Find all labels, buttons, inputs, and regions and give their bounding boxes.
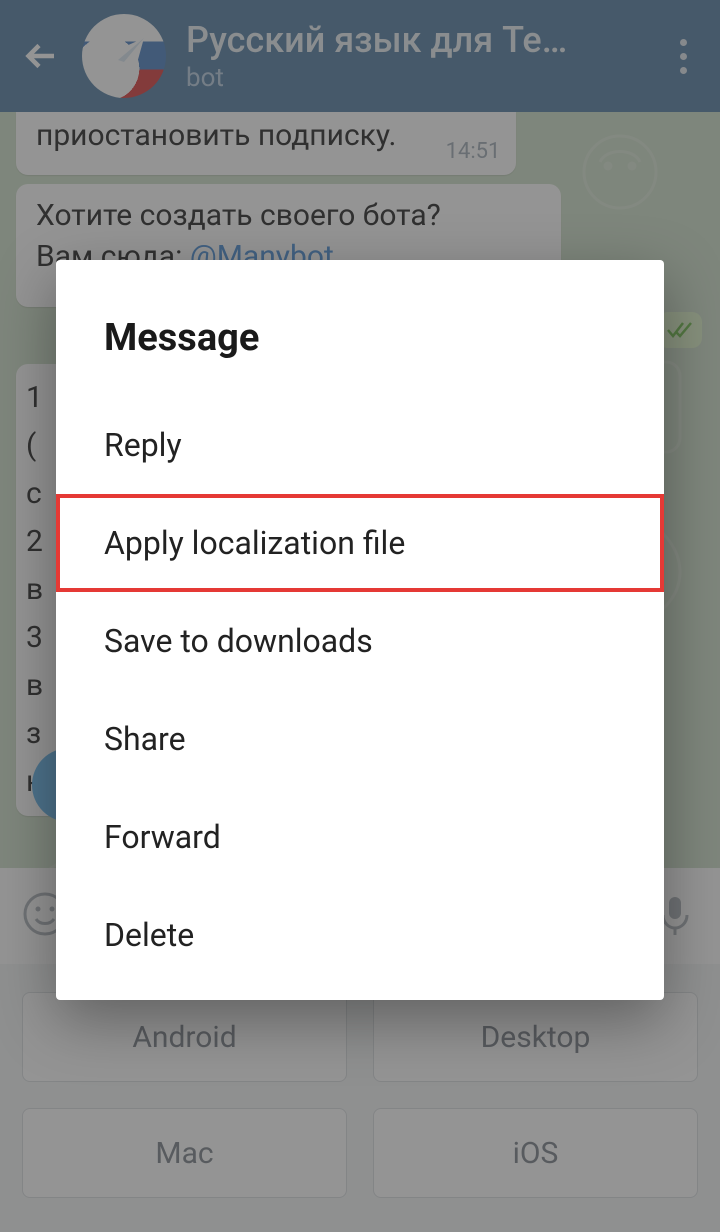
menu-item-apply-localization[interactable]: Apply localization file — [56, 494, 664, 592]
telegram-chat-screen: Русский язык для Te… bot приостановить п… — [0, 0, 720, 1232]
message-context-menu: Message Reply Apply localization file Sa… — [56, 260, 664, 1000]
menu-item-save-to-downloads[interactable]: Save to downloads — [56, 592, 664, 690]
menu-item-reply[interactable]: Reply — [56, 396, 664, 494]
menu-item-forward[interactable]: Forward — [56, 788, 664, 886]
menu-item-share[interactable]: Share — [56, 690, 664, 788]
dialog-title: Message — [56, 260, 664, 396]
menu-item-delete[interactable]: Delete — [56, 886, 664, 984]
